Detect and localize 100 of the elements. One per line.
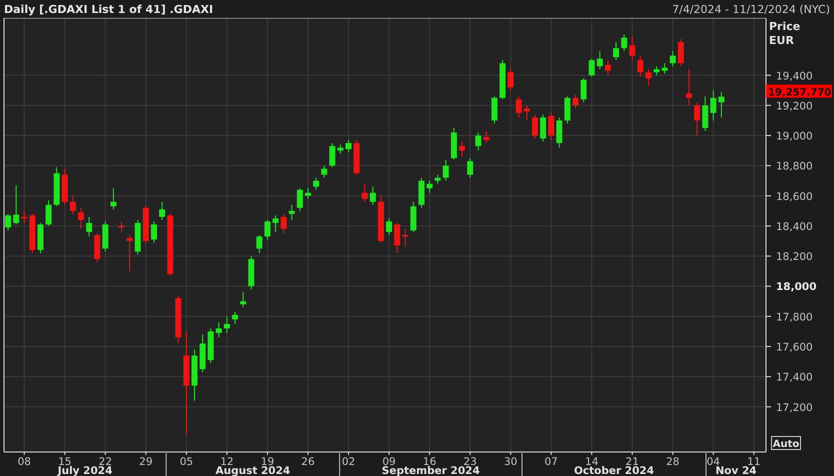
y-tick-label: 18,200 [776, 251, 813, 264]
candlestick [548, 112, 554, 141]
candlestick [540, 114, 546, 142]
candlestick [346, 140, 352, 153]
candlestick [296, 188, 303, 212]
candlestick [200, 334, 206, 373]
candlestick [46, 200, 52, 226]
candlestick [354, 140, 360, 176]
candlestick [167, 213, 174, 276]
candlestick [508, 68, 514, 91]
candlestick [256, 234, 262, 254]
candlestick [556, 116, 562, 148]
candlestick [208, 328, 214, 364]
candlestick [110, 188, 116, 210]
candlestick [710, 90, 716, 121]
candlestick [678, 38, 684, 67]
candlestick [337, 144, 344, 154]
candlestick [459, 141, 465, 158]
month-label: Nov 24 [715, 465, 757, 476]
candlestick [159, 201, 166, 220]
month-label: July 2024 [58, 465, 112, 476]
candlestick [224, 316, 230, 334]
candlestick [21, 210, 28, 224]
month-label: August 2024 [216, 465, 290, 476]
candlestick [686, 68, 692, 106]
y-tick-label: 17,400 [776, 372, 813, 384]
candlestick [386, 218, 392, 236]
candlestick [662, 62, 668, 74]
candlestick [645, 68, 652, 86]
candlestick [450, 128, 457, 160]
candlestick [604, 60, 611, 76]
candlestick [500, 60, 506, 100]
candlestick [248, 256, 254, 290]
candlestick [718, 91, 724, 118]
candlestick [572, 94, 578, 109]
month-label: October 2024 [574, 465, 654, 476]
candlestick [329, 142, 336, 168]
candlestick [524, 104, 530, 121]
candlestick [305, 188, 311, 200]
y-tick-label: 19,400 [776, 70, 813, 82]
candlestick [288, 204, 295, 220]
candlestick [150, 220, 157, 244]
candlestick [475, 132, 482, 152]
x-tick-label: 07 [544, 456, 558, 468]
candlestick [134, 219, 141, 256]
candlestick [516, 96, 522, 118]
candlestick [613, 42, 620, 61]
candlestick [580, 78, 587, 103]
x-tick-label: 02 [342, 456, 356, 468]
candlestick [434, 174, 441, 184]
candlestick [70, 195, 76, 214]
x-tick-label: 26 [301, 456, 315, 468]
y-tick-label: 18,400 [776, 220, 813, 233]
candlestick [588, 58, 595, 78]
candlestick [418, 177, 424, 208]
x-tick-label: 30 [504, 456, 518, 468]
candlestick [86, 216, 92, 237]
candlestick [175, 294, 182, 344]
y-tick-label: 18,800 [776, 160, 813, 173]
candlestick [670, 50, 676, 67]
candlestick [240, 292, 246, 308]
candlestick [402, 228, 408, 248]
candlestick [313, 177, 320, 190]
candlestick [13, 184, 20, 225]
axis-title: Price [769, 20, 800, 33]
candlestick [216, 322, 222, 338]
candlestick [442, 159, 449, 182]
auto-button[interactable]: Auto [771, 436, 801, 450]
x-tick-label: 12 [220, 456, 234, 468]
date-range: 7/4/2024 - 11/12/2024 (NYC) [672, 2, 830, 16]
candlestick [192, 349, 198, 402]
candlestick [410, 201, 416, 232]
candlestick [370, 186, 376, 206]
y-tick-label: 17,200 [776, 402, 813, 414]
candlestick [102, 220, 108, 252]
candlestick [483, 130, 490, 144]
candlestick [321, 165, 328, 178]
candlestick [532, 114, 538, 140]
price-tag: 19,257.770 [766, 84, 832, 99]
y-tick-label: 17,800 [776, 311, 813, 324]
candlestick [264, 219, 270, 240]
candlestick [272, 214, 279, 232]
candlestick [629, 36, 636, 61]
candlestick [596, 50, 603, 70]
x-tick-label: 29 [139, 456, 153, 468]
candlestick [62, 168, 68, 206]
candlestick [467, 158, 474, 178]
y-tick-label: 18,000 [776, 281, 817, 294]
x-tick-label: 28 [666, 456, 680, 468]
candlestick [94, 233, 100, 263]
candlestick [694, 102, 700, 136]
candlestick [362, 183, 368, 202]
month-label: September 2024 [382, 465, 480, 476]
x-tick-label: 14 [585, 456, 598, 468]
candlestick [118, 220, 125, 232]
x-tick-label: 08 [18, 456, 31, 468]
y-tick-label: 17,600 [776, 342, 813, 354]
candlestick [232, 311, 238, 324]
x-tick-label: 05 [180, 456, 194, 468]
candlestick [78, 207, 84, 230]
